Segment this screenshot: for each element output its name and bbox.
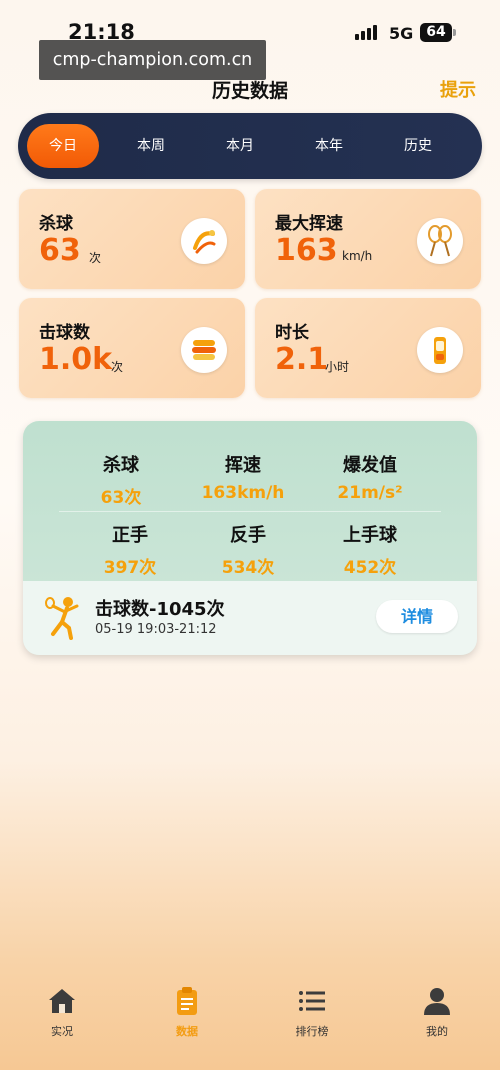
stat-card-smash[interactable]: 杀球 63 次 bbox=[19, 189, 245, 289]
ranking-list-icon bbox=[296, 985, 328, 1017]
metric-label: 正手 bbox=[112, 525, 148, 546]
hint-button[interactable]: 提示 bbox=[440, 76, 476, 102]
signal-icon bbox=[355, 25, 377, 40]
metric-value: 397次 bbox=[103, 558, 157, 578]
stat-label: 时长 bbox=[275, 323, 309, 343]
timer-icon bbox=[417, 327, 463, 373]
tab-today[interactable]: 今日 bbox=[27, 124, 99, 168]
details-button[interactable]: 详情 bbox=[376, 600, 458, 633]
metric-value: 452次 bbox=[343, 558, 397, 578]
tab-week[interactable]: 本周 bbox=[115, 113, 187, 179]
profile-icon bbox=[421, 985, 453, 1017]
period-tab-bar: 今日 本周 本月 本年 历史 bbox=[18, 113, 482, 179]
smash-icon bbox=[181, 218, 227, 264]
stat-label: 杀球 bbox=[39, 214, 73, 234]
metric-value: 534次 bbox=[221, 558, 275, 578]
metric-value: 21m/s² bbox=[337, 483, 403, 503]
metric-forehand: 正手 397次 bbox=[70, 521, 190, 578]
stat-label: 击球数 bbox=[39, 323, 90, 343]
network-type: 5G bbox=[389, 24, 414, 43]
nav-label: 实况 bbox=[51, 1025, 73, 1038]
home-icon bbox=[46, 985, 78, 1017]
metric-burst: 爆发值 21m/s² bbox=[310, 451, 430, 503]
rackets-icon bbox=[417, 218, 463, 264]
nav-item-live[interactable]: 实况 bbox=[22, 985, 102, 1039]
metric-label: 反手 bbox=[230, 525, 266, 546]
nav-item-ranking[interactable]: 排行榜 bbox=[272, 985, 352, 1039]
stat-unit: 次 bbox=[89, 251, 102, 265]
nav-label: 我的 bbox=[426, 1025, 448, 1038]
tab-history[interactable]: 历史 bbox=[382, 113, 454, 179]
metric-label: 挥速 bbox=[225, 455, 261, 476]
metric-label: 杀球 bbox=[103, 455, 139, 476]
battery-tip bbox=[453, 29, 456, 36]
tab-year[interactable]: 本年 bbox=[293, 113, 365, 179]
stat-label: 最大挥速 bbox=[275, 214, 343, 234]
stat-unit: km/h bbox=[342, 249, 373, 263]
session-summary-card: 杀球 63次 挥速 163km/h 爆发值 21m/s² 正手 397次 反手 … bbox=[23, 421, 477, 655]
metrics-divider bbox=[59, 511, 441, 512]
metric-swing-speed: 挥速 163km/h bbox=[183, 451, 303, 503]
tab-month[interactable]: 本月 bbox=[204, 113, 276, 179]
badminton-player-icon bbox=[43, 594, 87, 644]
shuttle-count-icon bbox=[181, 327, 227, 373]
stat-unit: 小时 bbox=[325, 360, 350, 374]
stat-value: 163 bbox=[275, 233, 338, 268]
page-title: 历史数据 bbox=[211, 80, 288, 102]
metric-label: 爆发值 bbox=[343, 455, 397, 476]
stat-value: 63 bbox=[39, 233, 81, 268]
bottom-nav: 实况 数据 排行榜 我的 bbox=[0, 985, 500, 1070]
session-hit-count: 击球数-1045次 bbox=[95, 599, 225, 620]
session-row[interactable]: 击球数-1045次 05-19 19:03-21:12 详情 bbox=[23, 581, 477, 655]
stat-unit: 次 bbox=[111, 360, 124, 374]
metric-smash: 杀球 63次 bbox=[61, 451, 181, 508]
nav-label: 数据 bbox=[176, 1025, 198, 1038]
nav-item-data[interactable]: 数据 bbox=[147, 985, 227, 1039]
battery-icon: 64 bbox=[420, 23, 452, 42]
stat-value: 2.1 bbox=[275, 342, 329, 377]
stat-value: 1.0k bbox=[39, 342, 113, 377]
stat-card-max-swing[interactable]: 最大挥速 163 km/h bbox=[255, 189, 481, 289]
nav-label: 排行榜 bbox=[295, 1025, 329, 1038]
watermark-overlay: cmp-champion.com.cn bbox=[39, 40, 266, 80]
metric-value: 63次 bbox=[100, 488, 142, 508]
session-time-range: 05-19 19:03-21:12 bbox=[95, 622, 217, 637]
metric-backhand: 反手 534次 bbox=[188, 521, 308, 578]
clipboard-icon bbox=[171, 985, 203, 1017]
metric-label: 上手球 bbox=[343, 525, 397, 546]
stat-card-duration[interactable]: 时长 2.1 小时 bbox=[255, 298, 481, 398]
stat-card-hit-count[interactable]: 击球数 1.0k 次 bbox=[19, 298, 245, 398]
metric-overhead: 上手球 452次 bbox=[310, 521, 430, 578]
metric-value: 163km/h bbox=[201, 483, 285, 503]
nav-item-profile[interactable]: 我的 bbox=[397, 985, 477, 1039]
